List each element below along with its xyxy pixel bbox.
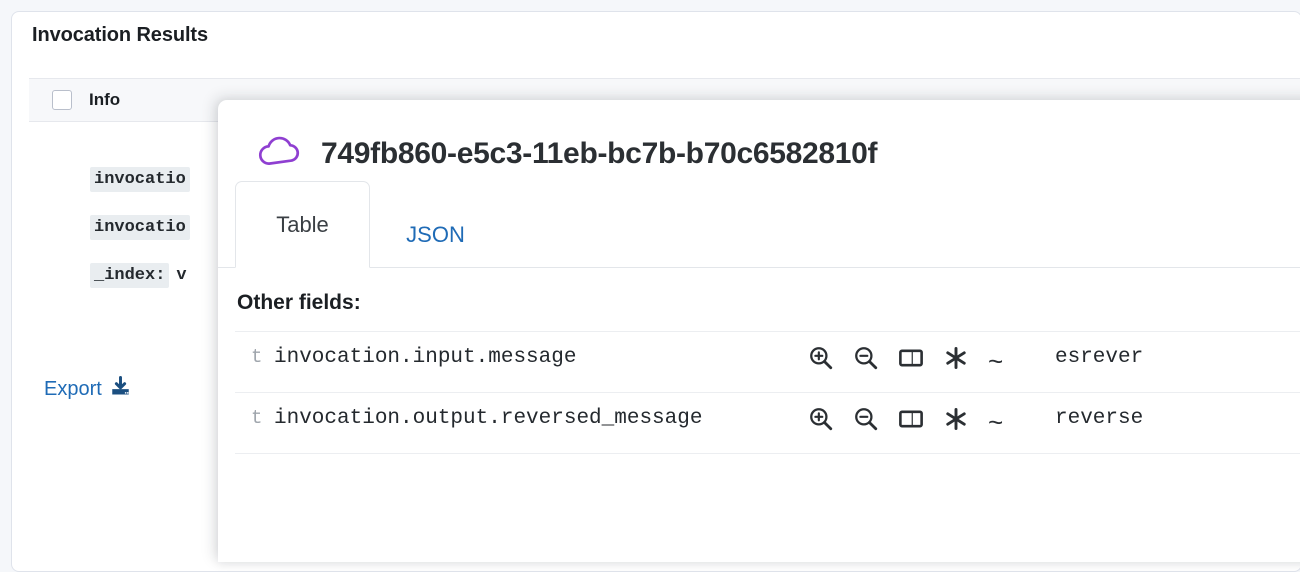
page-title: Invocation Results — [32, 24, 209, 46]
table-row: t invocation.output.reversed_message ~ r… — [235, 392, 1300, 454]
filter-for-value-icon[interactable] — [808, 406, 834, 437]
filter-out-value-icon[interactable] — [853, 406, 879, 437]
download-icon — [109, 375, 132, 404]
popup-header: 749fb860-e5c3-11eb-bc7b-b70c6582810f — [218, 100, 1300, 173]
tilde-icon[interactable]: ~ — [988, 348, 1003, 374]
field-value: esrever — [1055, 346, 1144, 369]
toggle-column-icon[interactable] — [898, 345, 924, 376]
popup-title: 749fb860-e5c3-11eb-bc7b-b70c6582810f — [321, 136, 878, 170]
export-label: Export — [44, 378, 102, 400]
info-section-label: Info — [89, 90, 121, 109]
popup-tabs: Table JSON — [218, 181, 1300, 268]
info-field-list: invocatio invocatio _index: v — [90, 155, 190, 299]
document-detail-popup: 749fb860-e5c3-11eb-bc7b-b70c6582810f Tab… — [218, 100, 1300, 562]
filter-field-present-icon[interactable] — [943, 406, 969, 437]
cloud-icon — [257, 134, 303, 173]
info-select-checkbox[interactable] — [52, 90, 72, 110]
filter-for-value-icon[interactable] — [808, 345, 834, 376]
field-type-indicator: t — [251, 346, 263, 368]
info-field-key: _index: — [90, 262, 170, 288]
info-field-row: _index: v — [90, 251, 190, 299]
field-name: invocation.input.message — [274, 346, 577, 369]
info-field-value: v — [176, 265, 187, 285]
toggle-column-icon[interactable] — [898, 406, 924, 437]
export-link[interactable]: Export — [44, 375, 132, 404]
field-type-indicator: t — [251, 407, 263, 429]
tab-json[interactable]: JSON — [373, 202, 498, 268]
filter-out-value-icon[interactable] — [853, 345, 879, 376]
info-field-row: invocatio — [90, 203, 190, 251]
row-actions: ~ — [808, 404, 1048, 437]
other-fields-heading: Other fields: — [237, 291, 361, 314]
field-value: reverse — [1055, 407, 1144, 430]
tab-table[interactable]: Table — [235, 181, 370, 268]
info-field-row: invocatio — [90, 155, 190, 203]
filter-field-present-icon[interactable] — [943, 345, 969, 376]
fields-table: t invocation.input.message ~ esrever t i… — [235, 331, 1300, 454]
row-actions: ~ — [808, 343, 1048, 376]
tilde-icon[interactable]: ~ — [988, 409, 1003, 435]
field-name: invocation.output.reversed_message — [274, 407, 703, 430]
info-field-key: invocatio — [90, 166, 190, 192]
info-field-key: invocatio — [90, 214, 190, 240]
table-row: t invocation.input.message ~ esrever — [235, 331, 1300, 392]
